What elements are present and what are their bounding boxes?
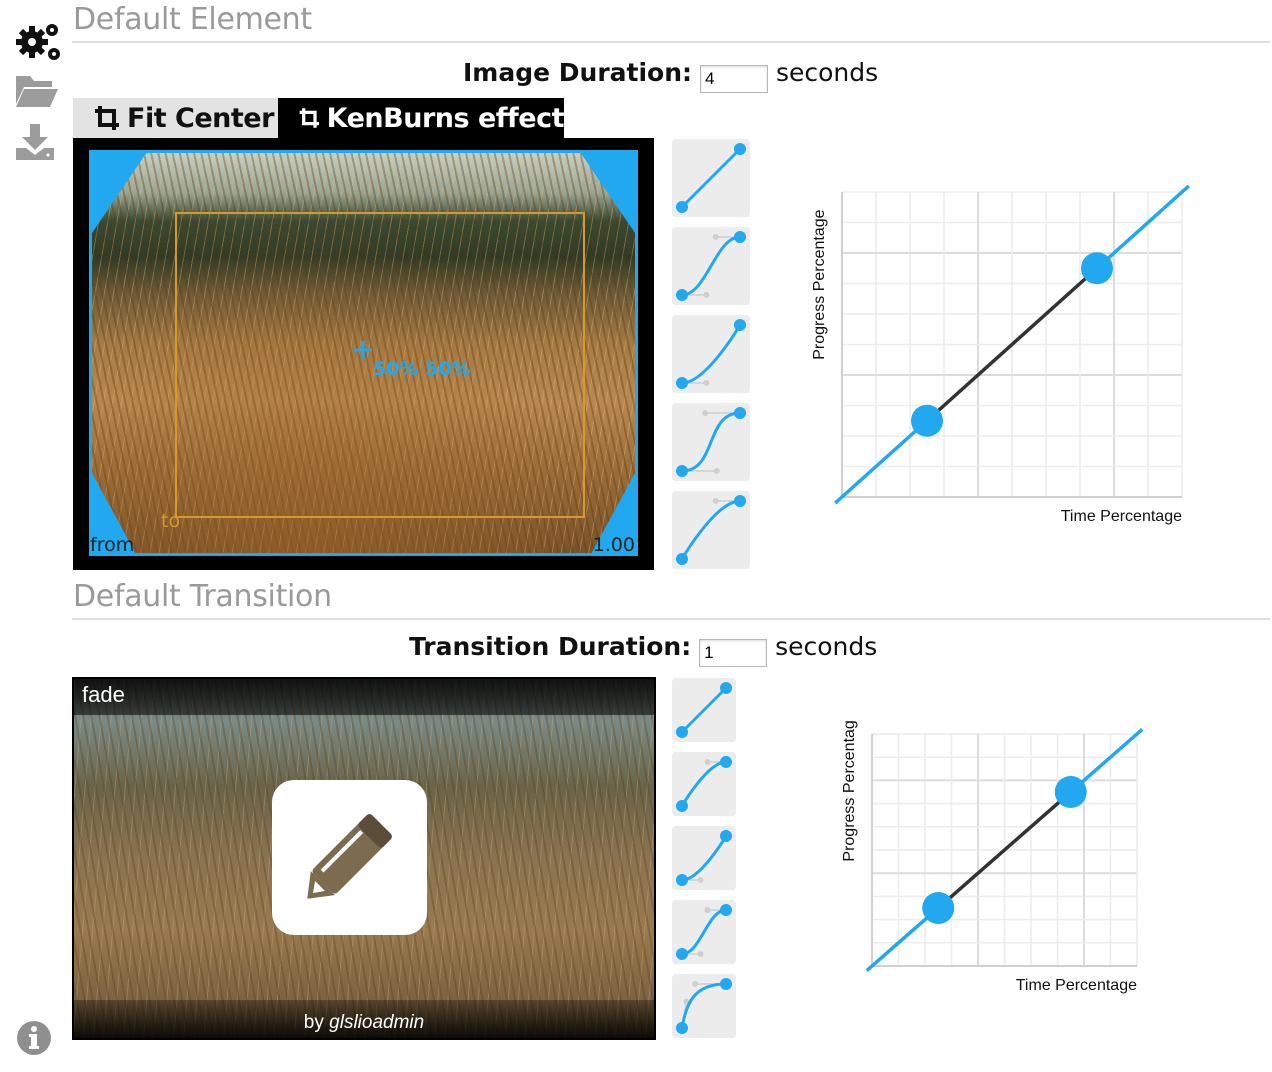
easing-button-linear[interactable]	[672, 139, 750, 217]
easing-curve-icon	[676, 143, 746, 213]
tab-kenburns-effect[interactable]: KenBurns effect	[278, 98, 565, 138]
curve-handle-start[interactable]	[911, 404, 943, 437]
easing-button-ease-in-out[interactable]	[672, 900, 736, 964]
easing-curve-chart[interactable]: Time Percentage Progress Percentage	[830, 720, 1160, 1000]
easing-button-ease-in[interactable]	[672, 315, 750, 393]
easing-curve-icon	[676, 407, 746, 477]
kenburns-center-label: 50% 50%	[373, 358, 471, 380]
tab-label: KenBurns effect	[326, 102, 565, 134]
curve-handle-end[interactable]	[1081, 252, 1113, 285]
kenburns-viewport: 50% 50% from to 1.00	[89, 150, 638, 556]
author-prefix: by	[303, 1012, 330, 1033]
transition-duration-input[interactable]	[699, 639, 768, 667]
transition-title-bar: fade	[72, 677, 656, 715]
curve-handle-start[interactable]	[922, 892, 955, 924]
easing-curve-icon	[676, 495, 746, 565]
easing-curve-icon	[676, 682, 732, 738]
easing-button-linear[interactable]	[672, 678, 736, 742]
easing-curve-icon	[676, 830, 732, 886]
crop-icon	[299, 108, 320, 128]
image-duration-unit: seconds	[775, 58, 879, 87]
y-axis-label: Progress Percentage	[811, 209, 828, 359]
easing-button-ease-out-strong[interactable]	[672, 974, 736, 1038]
kenburns-zoom-label: 1.00	[592, 534, 635, 556]
section-divider	[72, 41, 1270, 43]
image-duration-input[interactable]	[699, 65, 768, 93]
transition-author-bar: by glslioadmin	[72, 1000, 656, 1040]
kenburns-to-label: to	[161, 510, 181, 532]
easing-curve-icon	[676, 231, 746, 301]
easing-button-ease-in-out[interactable]	[672, 227, 750, 305]
crop-icon	[95, 106, 119, 130]
transition-author: by glslioadmin	[72, 1012, 656, 1034]
element-section-title: Default Element	[73, 2, 312, 37]
transition-duration-unit: seconds	[775, 632, 878, 661]
easing-curve-icon	[676, 756, 732, 812]
tab-fit-center[interactable]: Fit Center	[73, 98, 278, 138]
transition-section-title: Default Transition	[73, 579, 332, 614]
kenburns-editor[interactable]: 50% 50% from to 1.00	[73, 138, 654, 570]
y-axis-label: Progress Percentage	[841, 720, 858, 862]
easing-curve-icon	[676, 978, 732, 1034]
easing-curve-chart[interactable]: Time Percentage Progress Percentage	[800, 180, 1200, 530]
tab-label: Fit Center	[127, 102, 274, 134]
kenburns-from-label: from	[90, 534, 135, 556]
image-duration-row: Image Duration: seconds	[463, 58, 879, 93]
info-icon[interactable]	[16, 1020, 58, 1060]
x-axis-label: Time Percentage	[1061, 508, 1182, 525]
x-axis-label: Time Percentage	[1016, 977, 1137, 994]
transition-name: fade	[82, 682, 125, 707]
transition-preview[interactable]: fade by glslioadmin	[72, 677, 656, 1040]
crosshair-icon[interactable]	[353, 340, 373, 360]
transition-duration-row: Transition Duration: seconds	[409, 632, 878, 667]
pencil-icon	[307, 814, 392, 899]
download-icon[interactable]	[14, 122, 56, 162]
folder-open-icon[interactable]	[14, 72, 58, 112]
easing-button-ease-in-out-strong[interactable]	[672, 403, 750, 481]
gears-icon[interactable]	[14, 20, 60, 60]
section-divider	[72, 618, 1270, 620]
edit-transition-button[interactable]	[272, 780, 427, 935]
easing-button-ease-out[interactable]	[672, 491, 750, 569]
image-duration-label: Image Duration:	[463, 58, 693, 87]
easing-curve-icon	[676, 319, 746, 389]
transition-duration-label: Transition Duration:	[409, 632, 692, 661]
curve-handle-end[interactable]	[1054, 776, 1087, 808]
easing-curve-icon	[676, 904, 732, 960]
easing-button-ease-in[interactable]	[672, 826, 736, 890]
author-name[interactable]: glslioadmin	[329, 1012, 424, 1033]
easing-button-ease-out[interactable]	[672, 752, 736, 816]
